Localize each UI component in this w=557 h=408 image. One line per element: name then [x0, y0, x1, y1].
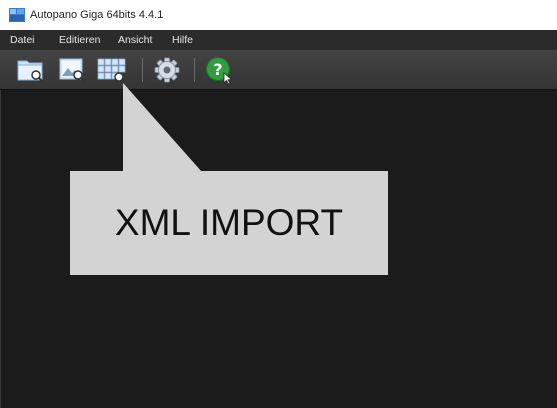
xml-import-button[interactable]	[97, 56, 127, 84]
toolbar: ?	[0, 50, 557, 90]
menu-hilfe[interactable]: Hilfe	[172, 33, 193, 47]
gear-icon	[154, 57, 180, 83]
toolbar-separator	[142, 58, 143, 82]
callout-text: XML IMPORT	[114, 202, 344, 243]
image-search-icon	[59, 58, 86, 83]
menu-editieren[interactable]: Editieren	[59, 33, 100, 47]
title-bar: Autopano Giga 64bits 4.4.1	[0, 0, 557, 30]
menu-datei[interactable]: Datei	[10, 33, 35, 47]
help-icon: ?	[206, 57, 233, 85]
menu-bar: Datei Editieren Ansicht Hilfe	[0, 30, 557, 50]
open-images-button[interactable]	[58, 56, 88, 84]
menu-ansicht[interactable]: Ansicht	[118, 33, 152, 47]
folder-search-icon	[17, 60, 44, 83]
svg-text:?: ?	[213, 60, 222, 79]
grid-import-icon	[97, 58, 126, 84]
toolbar-separator	[194, 58, 195, 82]
help-button[interactable]: ?	[204, 56, 234, 85]
window-title: Autopano Giga 64bits 4.4.1	[30, 9, 164, 21]
settings-button[interactable]	[152, 56, 182, 84]
app-logo-icon	[9, 8, 25, 22]
open-folder-button[interactable]	[16, 56, 46, 84]
